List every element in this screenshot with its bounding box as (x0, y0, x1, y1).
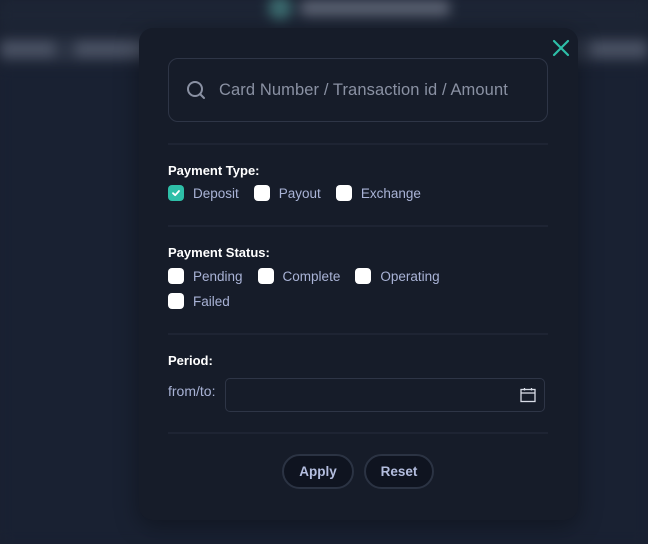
filter-modal: Payment Type: Deposit Payout Exchange Pa… (139, 28, 578, 520)
checkbox-unchecked[interactable] (253, 185, 270, 201)
close-button[interactable] (550, 37, 572, 59)
background-nav-item (0, 41, 55, 57)
checkmark-icon (172, 190, 180, 197)
divider (168, 143, 548, 145)
checkbox-unchecked[interactable] (168, 268, 184, 284)
checkbox-label: Failed (193, 293, 230, 309)
checkbox-unchecked[interactable] (355, 268, 372, 284)
checkbox-failed[interactable]: Failed (168, 293, 230, 309)
payment-type-title: Payment Type: (168, 163, 260, 178)
checkbox-complete[interactable]: Complete (257, 268, 341, 284)
checkbox-deposit[interactable]: Deposit (168, 185, 239, 201)
checkbox-unchecked[interactable] (257, 268, 274, 284)
calendar-icon[interactable] (519, 386, 537, 404)
date-range-field[interactable] (225, 378, 545, 412)
checkbox-label: Operating (380, 268, 440, 284)
checkbox-operating[interactable]: Operating (355, 268, 440, 284)
checkbox-label: Pending (193, 268, 243, 284)
checkbox-label: Complete (282, 268, 341, 284)
search-input[interactable] (219, 80, 537, 100)
payment-status-title: Payment Status: (168, 245, 270, 260)
search-icon (185, 79, 207, 101)
checkbox-exchange[interactable]: Exchange (335, 185, 421, 201)
checkbox-unchecked[interactable] (168, 293, 184, 309)
search-field[interactable] (168, 58, 548, 122)
date-range-input[interactable] (226, 379, 506, 411)
background-title (300, 0, 450, 16)
period-title: Period: (168, 353, 213, 368)
divider (168, 333, 548, 335)
checkbox-label: Payout (278, 185, 321, 201)
checkbox-label: Deposit (193, 185, 239, 201)
divider (168, 225, 548, 227)
background-nav-item (590, 41, 648, 57)
checkbox-label: Exchange (360, 185, 421, 201)
reset-button[interactable]: Reset (364, 454, 434, 489)
close-icon (552, 39, 570, 57)
checkbox-checked[interactable] (168, 185, 184, 201)
payment-type-options: Deposit Payout Exchange (168, 185, 436, 201)
checkbox-payout[interactable]: Payout (253, 185, 321, 201)
period-range-label: from/to: (168, 383, 216, 399)
payment-status-options: Pending Complete Operating (168, 268, 455, 284)
payment-status-options-row2: Failed (168, 293, 245, 309)
apply-button[interactable]: Apply (282, 454, 354, 489)
checkbox-unchecked[interactable] (335, 185, 352, 201)
background-nav-item (75, 41, 145, 57)
checkbox-pending[interactable]: Pending (168, 268, 243, 284)
divider (168, 432, 548, 434)
